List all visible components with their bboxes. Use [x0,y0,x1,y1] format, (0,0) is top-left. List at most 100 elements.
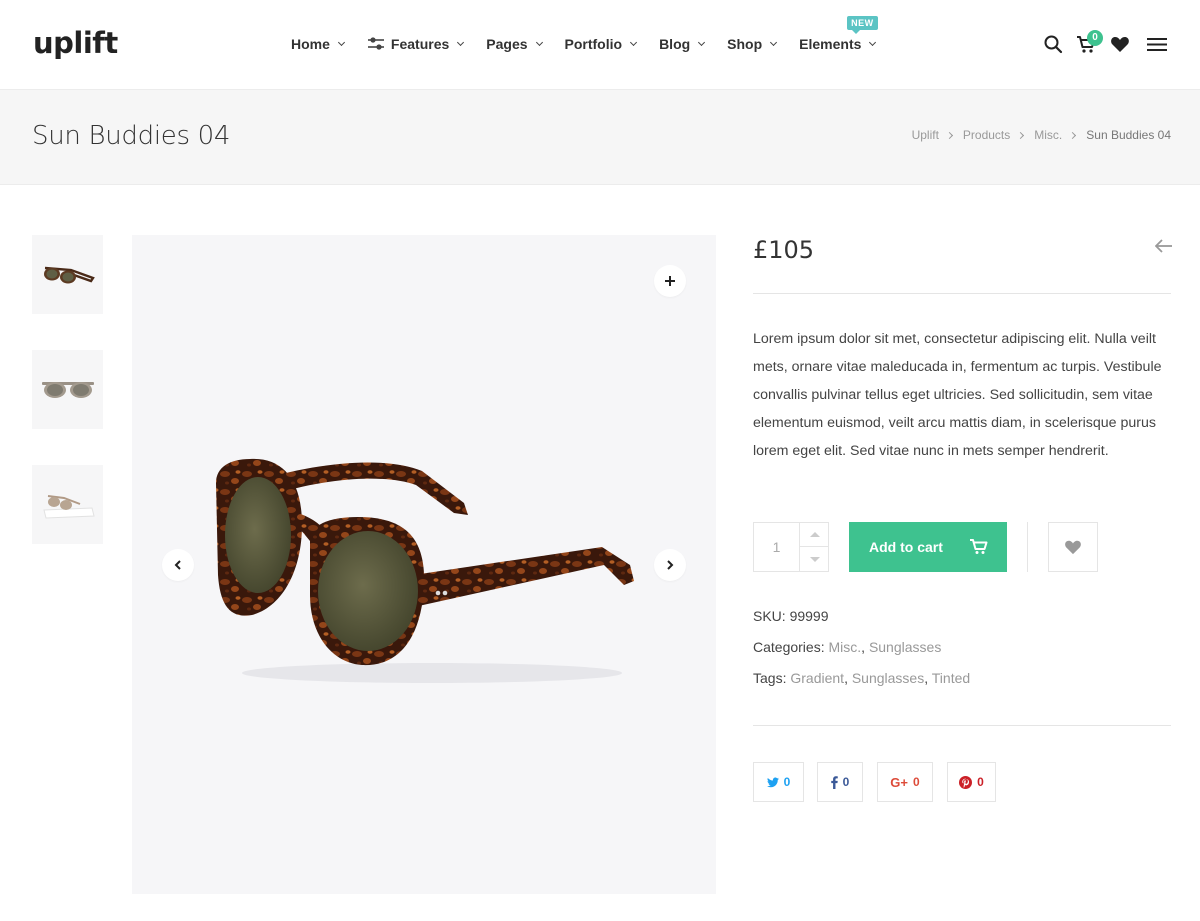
chevron-down-icon [535,38,543,47]
chevron-right-icon [1017,131,1025,139]
comma: , [861,639,869,655]
sunglasses-thumbnail-image [43,266,95,283]
quantity-increase-button[interactable] [800,523,829,547]
cart-count-badge: 0 [1087,30,1103,46]
gallery-prev-button[interactable] [162,549,194,581]
breadcrumb-current: Sun Buddies 04 [1086,128,1171,142]
caret-down-icon [809,556,820,562]
search-icon[interactable] [1043,34,1063,59]
share-count: 0 [783,775,791,789]
nav-item-label: Home [291,36,330,52]
product-categories: Categories: Misc., Sunglasses [753,639,941,655]
breadcrumb-link[interactable]: Misc. [1034,128,1062,142]
zoom-button[interactable] [654,265,686,297]
quantity-buttons [799,523,829,571]
cart-icon [970,539,988,558]
nav-item-elements[interactable]: NEW Elements [799,16,878,52]
share-twitter-button[interactable]: 0 [753,762,804,802]
quantity-stepper[interactable]: 1 [753,522,829,572]
chevron-down-icon [698,38,706,47]
heart-icon [1065,540,1081,555]
nav-item-home[interactable]: Home [291,36,345,52]
page-title-bar: Sun Buddies 04 Uplift Products Misc. Sun… [0,90,1200,185]
tags-label: Tags: [753,670,787,686]
nav-item-label: Portfolio [564,36,623,52]
site-header: uplift Home Features Pages Portfolio Blo… [0,0,1200,90]
product-sku: SKU: 99999 [753,608,829,624]
sunglasses-thumbnail-image [41,381,94,398]
nav-item-label: Elements [799,36,862,52]
category-link[interactable]: Misc. [828,639,861,655]
sunglasses-case-thumbnail-image [42,494,95,519]
features-icon [367,37,385,51]
hamburger-icon[interactable] [1146,34,1168,59]
twitter-icon [766,777,779,787]
page-title: Sun Buddies 04 [32,121,231,151]
new-badge: NEW [847,16,878,34]
chevron-right-icon [945,131,953,139]
categories-label: Categories: [753,639,825,655]
gallery-next-button[interactable] [654,549,686,581]
nav-item-blog[interactable]: Blog [659,36,706,52]
site-logo[interactable]: uplift [33,26,118,60]
add-to-cart-label: Add to cart [869,539,943,555]
divider [753,725,1171,726]
main-nav: Home Features Pages Portfolio Blog Shop … [291,16,898,52]
share-count: 0 [842,775,850,789]
chevron-right-icon [667,560,674,570]
product-price: £105 [753,236,815,264]
product-main-image[interactable] [132,235,716,894]
google-plus-icon: G+ [890,774,909,790]
nav-item-portfolio[interactable]: Portfolio [564,36,638,52]
share-facebook-button[interactable]: 0 [817,762,863,802]
share-google-plus-button[interactable]: G+ 0 [877,762,933,802]
product-thumbnail[interactable] [32,350,103,429]
product-tags: Tags: Gradient, Sunglasses, Tinted [753,670,970,686]
comma: , [924,670,932,686]
share-count: 0 [913,775,920,789]
breadcrumb-link[interactable]: Products [963,128,1010,142]
product-thumbnail[interactable] [32,235,103,314]
breadcrumb: Uplift Products Misc. Sun Buddies 04 [912,128,1171,142]
chevron-down-icon [457,38,465,47]
header-actions [1043,34,1173,56]
share-count: 0 [977,775,984,789]
back-arrow-icon[interactable] [1154,239,1172,258]
chevron-right-icon [1069,131,1077,139]
heart-icon[interactable] [1110,34,1130,59]
divider [1027,522,1028,572]
category-link[interactable]: Sunglasses [869,639,941,655]
plus-icon [665,276,675,286]
comma: , [844,670,852,686]
chevron-down-icon [770,38,778,47]
nav-item-features[interactable]: Features [367,36,465,52]
share-pinterest-button[interactable]: 0 [947,762,996,802]
add-to-cart-button[interactable]: Add to cart [849,522,1007,572]
sku-value: 99999 [789,608,829,624]
product-description: Lorem ipsum dolor sit met, consectetur a… [753,331,1162,459]
sku-label: SKU: [753,608,786,624]
add-to-wishlist-button[interactable] [1048,522,1098,572]
quantity-input[interactable]: 1 [754,523,799,571]
nav-item-label: Features [390,36,450,52]
chevron-down-icon [337,38,345,47]
nav-item-pages[interactable]: Pages [486,36,543,52]
nav-item-shop[interactable]: Shop [727,36,778,52]
chevron-left-icon [174,560,181,570]
nav-item-label: Pages [486,36,528,52]
breadcrumb-link[interactable]: Uplift [912,128,939,142]
tag-link[interactable]: Tinted [932,670,970,686]
nav-item-label: Shop [727,36,763,52]
caret-up-icon [809,532,820,537]
sunglasses-image [216,458,634,683]
tag-link[interactable]: Gradient [790,670,844,686]
nav-item-label: Blog [659,36,691,52]
facebook-icon [830,775,838,789]
product-thumbnail[interactable] [32,465,103,544]
chevron-down-icon [869,38,877,47]
chevron-down-icon [630,38,638,47]
tag-link[interactable]: Sunglasses [852,670,924,686]
pinterest-icon [959,775,973,789]
divider [753,293,1171,294]
quantity-decrease-button[interactable] [800,547,829,571]
